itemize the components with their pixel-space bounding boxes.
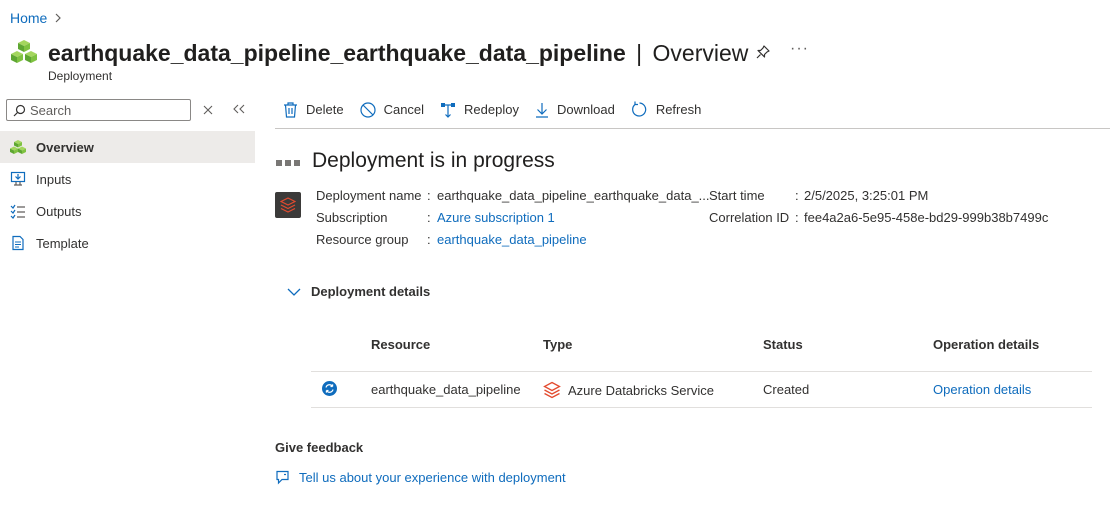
colon: : <box>427 210 431 225</box>
databricks-service-icon <box>543 381 561 399</box>
feedback-link[interactable]: Tell us about your experience with deplo… <box>275 470 566 485</box>
deployment-cubes-icon <box>11 40 37 63</box>
start-time-label: Start time <box>709 188 765 203</box>
command-bar: Delete Cancel Redeploy Download Refresh <box>283 101 717 118</box>
sidebar-item-overview[interactable]: Overview <box>0 131 255 163</box>
section-name: Overview <box>652 39 749 66</box>
colon: : <box>427 232 431 247</box>
chevron-right-icon <box>53 10 63 26</box>
trash-icon <box>284 101 297 118</box>
delete-label: Delete <box>306 102 344 117</box>
operation-details-link[interactable]: Operation details <box>933 382 1031 397</box>
page-title: earthquake_data_pipeline_earthquake_data… <box>48 40 748 67</box>
search-input[interactable] <box>30 102 180 118</box>
download-button[interactable]: Download <box>535 102 615 118</box>
search-icon <box>13 104 26 116</box>
double-chevron-left-icon <box>233 104 245 114</box>
cancel-icon <box>359 101 376 118</box>
more-options-button[interactable]: ··· <box>790 40 809 58</box>
table-divider <box>311 407 1092 408</box>
deployment-details-label: Deployment details <box>311 284 431 299</box>
sync-status-icon <box>322 381 337 396</box>
correlation-id-value: fee4a2a6-5e95-458e-bd29-999b38b7499c <box>804 210 1049 225</box>
resource-group-label: Resource group <box>316 232 409 247</box>
download-label: Download <box>556 102 615 117</box>
title-separator: | <box>636 39 643 66</box>
clear-search-button[interactable] <box>203 103 213 118</box>
deployment-details-table: Resource Type Status Operation details e… <box>311 337 1092 412</box>
chevron-down-icon <box>287 288 301 296</box>
colon: : <box>795 188 799 203</box>
sidebar-item-label: Inputs <box>36 171 72 187</box>
toolbar-divider <box>275 128 1110 129</box>
column-header-status: Status <box>763 337 803 352</box>
redeploy-icon <box>441 102 456 118</box>
correlation-id-label: Correlation ID <box>709 210 790 225</box>
collapse-sidebar-button[interactable] <box>233 101 245 117</box>
type-cell: Azure Databricks Service <box>543 381 714 399</box>
pin-icon[interactable] <box>755 44 771 63</box>
redeploy-label: Redeploy <box>464 102 519 117</box>
breadcrumb: Home <box>10 10 63 26</box>
column-header-resource: Resource <box>371 337 431 352</box>
subscription-label: Subscription <box>316 210 388 225</box>
start-time-value: 2/5/2025, 3:25:01 PM <box>804 188 929 203</box>
refresh-icon <box>631 101 647 117</box>
refresh-button[interactable]: Refresh <box>631 101 702 118</box>
resource-group-link[interactable]: earthquake_data_pipeline <box>437 232 587 247</box>
column-header-operation-details: Operation details <box>933 337 1040 352</box>
subscription-link[interactable]: Azure subscription 1 <box>437 210 555 225</box>
status-cell: Created <box>763 382 810 397</box>
colon: : <box>795 210 799 225</box>
deployment-name-value: earthquake_data_pipeline_earthquake_data… <box>437 188 710 203</box>
search-box[interactable] <box>6 99 191 121</box>
cancel-label: Cancel <box>383 102 425 117</box>
cancel-button[interactable]: Cancel <box>359 101 425 118</box>
cubes-icon <box>10 140 26 154</box>
page-subtitle: Deployment <box>48 69 113 83</box>
deployment-details-toggle[interactable]: Deployment details <box>287 284 430 299</box>
feedback-link-text[interactable]: Tell us about your experience with deplo… <box>299 470 566 485</box>
redeploy-button[interactable]: Redeploy <box>440 102 519 118</box>
resource-cell: earthquake_data_pipeline <box>371 382 521 397</box>
breadcrumb-home-link[interactable]: Home <box>10 10 47 26</box>
refresh-label: Refresh <box>655 102 702 117</box>
download-icon <box>535 102 548 118</box>
page-header: earthquake_data_pipeline_earthquake_data… <box>10 38 748 68</box>
close-icon <box>203 105 213 115</box>
inputs-icon <box>10 171 26 186</box>
delete-button[interactable]: Delete <box>283 101 344 118</box>
type-label: Azure Databricks Service <box>568 382 714 398</box>
deployment-info: Deployment name : earthquake_data_pipeli… <box>0 188 1110 258</box>
deployment-status-title: Deployment is in progress <box>312 149 555 172</box>
colon: : <box>427 188 431 203</box>
resource-name: earthquake_data_pipeline_earthquake_data… <box>48 39 626 66</box>
sidebar-item-label: Overview <box>36 139 94 155</box>
feedback-heading: Give feedback <box>275 440 364 455</box>
table-row: earthquake_data_pipeline Azure Databrick… <box>311 372 1092 407</box>
feedback-icon <box>276 470 289 485</box>
column-header-type: Type <box>543 337 573 352</box>
in-progress-icon <box>276 160 300 166</box>
deployment-name-label: Deployment name <box>316 188 422 203</box>
